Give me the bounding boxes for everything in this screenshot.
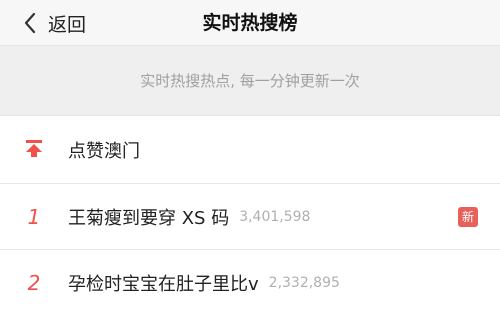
hot-search-list: 点赞澳门 1 王菊瘦到要穿 XS 码 3,401,598 新 2 孕检时宝宝在肚… xyxy=(0,116,500,314)
pinned-title: 点赞澳门 xyxy=(68,140,140,162)
search-count: 3,401,598 xyxy=(239,208,311,225)
new-badge: 新 xyxy=(458,206,478,227)
navbar: 返回 实时热搜榜 xyxy=(0,0,500,46)
pinned-rank xyxy=(0,138,68,162)
rank-number: 2 xyxy=(27,271,41,295)
back-label: 返回 xyxy=(48,13,87,36)
list-item[interactable]: 1 王菊瘦到要穿 XS 码 3,401,598 新 xyxy=(0,184,500,250)
rank-cell: 1 xyxy=(0,205,68,229)
item-title: 王菊瘦到要穿 XS 码 xyxy=(68,207,230,229)
chevron-left-icon xyxy=(24,12,36,34)
search-count: 2,332,895 xyxy=(268,275,340,291)
update-notice: 实时热搜热点, 每一分钟更新一次 xyxy=(0,46,500,116)
update-notice-text: 实时热搜热点, 每一分钟更新一次 xyxy=(140,72,360,90)
list-item[interactable]: 2 孕检时宝宝在肚子里比v 2,332,895 xyxy=(0,250,500,314)
pinned-item[interactable]: 点赞澳门 xyxy=(0,116,500,184)
rank-number: 1 xyxy=(27,204,41,229)
back-button[interactable]: 返回 xyxy=(24,0,86,46)
item-title: 孕检时宝宝在肚子里比v xyxy=(68,274,259,295)
rank-cell: 2 xyxy=(0,271,68,295)
pin-top-icon xyxy=(24,138,44,162)
